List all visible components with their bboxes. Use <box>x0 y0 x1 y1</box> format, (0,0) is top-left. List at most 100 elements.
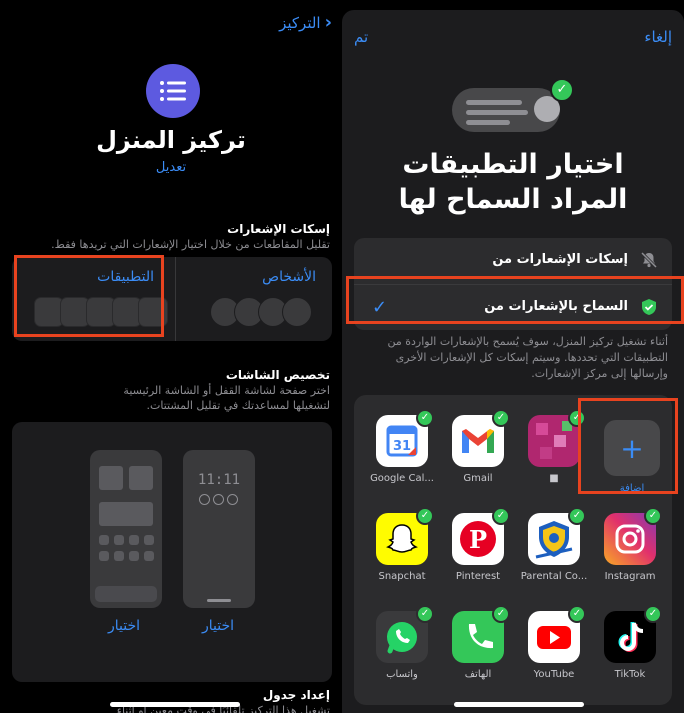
screens-heading: تخصيص الشاشات <box>225 368 330 382</box>
person-placeholder <box>282 297 312 327</box>
mode-description: أثناء تشغيل تركيز المنزل، سوف يُسمح بالإ… <box>387 335 668 380</box>
back-button[interactable]: ‹ التركيز <box>279 12 332 33</box>
back-label: التركيز <box>279 13 321 32</box>
schedule-heading: إعداد جدول <box>262 688 330 702</box>
app-pinterest[interactable]: P ✓ Pinterest <box>442 507 514 582</box>
choose-home-button[interactable]: اختيار <box>108 618 140 634</box>
checkmark-icon: ✓ <box>644 507 662 525</box>
list-icon <box>146 64 200 118</box>
bell-slash-icon <box>640 251 658 269</box>
app-name: Pinterest <box>455 571 501 582</box>
widget-circle <box>213 494 224 505</box>
app-tile <box>144 551 154 561</box>
cancel-button[interactable]: إلغاء <box>644 28 672 46</box>
app-name: Instagram <box>604 571 656 582</box>
widget-tile <box>129 466 153 490</box>
screens-card: 11:11 اختيار اختيار <box>12 422 332 682</box>
checkmark-icon: ✓ <box>492 409 510 427</box>
lock-screen-preview[interactable]: 11:11 <box>183 450 255 608</box>
snapchat-icon: ✓ <box>376 507 434 565</box>
checkmark-icon: ✓ <box>550 78 574 102</box>
people-label: الأشخاص <box>262 269 316 285</box>
gmail-icon: ✓ <box>452 409 510 467</box>
widget-circle <box>227 494 238 505</box>
pinterest-icon: P ✓ <box>452 507 510 565</box>
youtube-icon: ✓ <box>528 605 586 663</box>
checkmark-icon: ✓ <box>416 605 434 623</box>
checkmark-icon: ✓ <box>416 507 434 525</box>
app-name: Google Cal... <box>370 473 434 484</box>
text-line <box>466 110 528 115</box>
svg-text:P: P <box>469 525 487 554</box>
highlight-add-box <box>578 398 678 494</box>
allowed-apps-panel: إلغاء تم ✓ اختيار التطبيقات المراد السما… <box>342 0 684 713</box>
screens-subtitle: اختر صفحة لشاشة القفل أو الشاشة الرئيسية… <box>123 384 330 412</box>
app-instagram[interactable]: ✓ Instagram <box>594 507 666 582</box>
lock-time: 11:11 <box>197 472 241 488</box>
app-phone[interactable]: ✓ الهاتف <box>442 605 514 680</box>
checkmark-icon: ✓ <box>492 605 510 623</box>
app-tile <box>114 551 124 561</box>
highlight-allow-box <box>346 276 684 324</box>
choose-lock-button[interactable]: اختيار <box>202 618 234 634</box>
modal-sheet: إلغاء تم ✓ اختيار التطبيقات المراد السما… <box>342 10 684 713</box>
text-line <box>466 120 510 125</box>
blurred-app-icon: ✓ <box>528 409 586 467</box>
home-indicator <box>110 702 240 707</box>
page-title: تركيز المنزل <box>96 126 246 154</box>
app-name: TikTok <box>614 669 646 680</box>
edit-button[interactable]: تعديل <box>0 160 342 175</box>
app-whatsapp[interactable]: ✓ واتساب <box>366 605 438 680</box>
home-indicator <box>454 702 584 707</box>
app-tile <box>99 551 109 561</box>
checkmark-icon: ✓ <box>492 507 510 525</box>
silence-subtitle: تقليل المقاطعات من خلال اختيار الإشعارات… <box>51 238 330 251</box>
app-tiktok[interactable]: ✓ TikTok <box>594 605 666 680</box>
whatsapp-icon: ✓ <box>376 605 434 663</box>
app-tile <box>129 535 139 545</box>
app-name: Gmail <box>463 473 493 484</box>
checkmark-icon: ✓ <box>568 507 586 525</box>
app-youtube[interactable]: ✓ YouTube <box>518 605 590 680</box>
lock-home-bar <box>207 599 231 602</box>
app-name: YouTube <box>533 669 575 680</box>
parental-control-icon: ✓ <box>528 507 586 565</box>
app-name: واتساب <box>386 669 418 680</box>
app-tile <box>99 535 109 545</box>
app-snapchat[interactable]: ✓ Snapchat <box>366 507 438 582</box>
checkmark-icon: ✓ <box>568 605 586 623</box>
checkmark-icon: ✓ <box>644 605 662 623</box>
text-line <box>466 100 522 105</box>
app-tile <box>114 535 124 545</box>
app-parental-control[interactable]: ✓ Parental Co... <box>518 507 590 582</box>
app-tile <box>129 551 139 561</box>
highlight-apps-box <box>14 255 164 337</box>
notification-illustration: ✓ <box>452 78 574 134</box>
card-divider <box>175 257 176 341</box>
done-button[interactable]: تم <box>354 28 368 46</box>
phone-icon: ✓ <box>452 605 510 663</box>
tiktok-icon: ✓ <box>604 605 662 663</box>
svg-text:31: 31 <box>393 439 411 454</box>
widget-tile <box>99 466 123 490</box>
instagram-icon: ✓ <box>604 507 662 565</box>
google-calendar-icon: 31 ✓ <box>376 409 434 467</box>
lock-widgets <box>199 494 238 505</box>
silence-heading: إسكات الإشعارات <box>227 222 330 236</box>
people-placeholder-group <box>210 297 312 327</box>
app-tile <box>144 535 154 545</box>
focus-settings-panel: ‹ التركيز تركيز المنزل تعديل إسكات الإشع… <box>0 0 342 713</box>
widget-circle <box>199 494 210 505</box>
app-gmail[interactable]: ✓ Gmail <box>442 409 514 484</box>
widget-tile <box>99 502 153 526</box>
app-google-calendar[interactable]: 31 ✓ Google Cal... <box>366 409 438 484</box>
silence-option-label: إسكات الإشعارات من <box>492 252 628 267</box>
chevron-back-icon: ‹ <box>324 12 332 33</box>
dock <box>95 586 157 602</box>
home-screen-preview[interactable] <box>90 450 162 608</box>
title-line: المراد السماح لها <box>398 183 628 215</box>
sheet-title: اختيار التطبيقات المراد السماح لها <box>342 148 684 217</box>
title-line: اختيار التطبيقات <box>402 149 624 180</box>
checkmark-icon: ✓ <box>416 409 434 427</box>
app-name: Snapchat <box>378 571 426 582</box>
